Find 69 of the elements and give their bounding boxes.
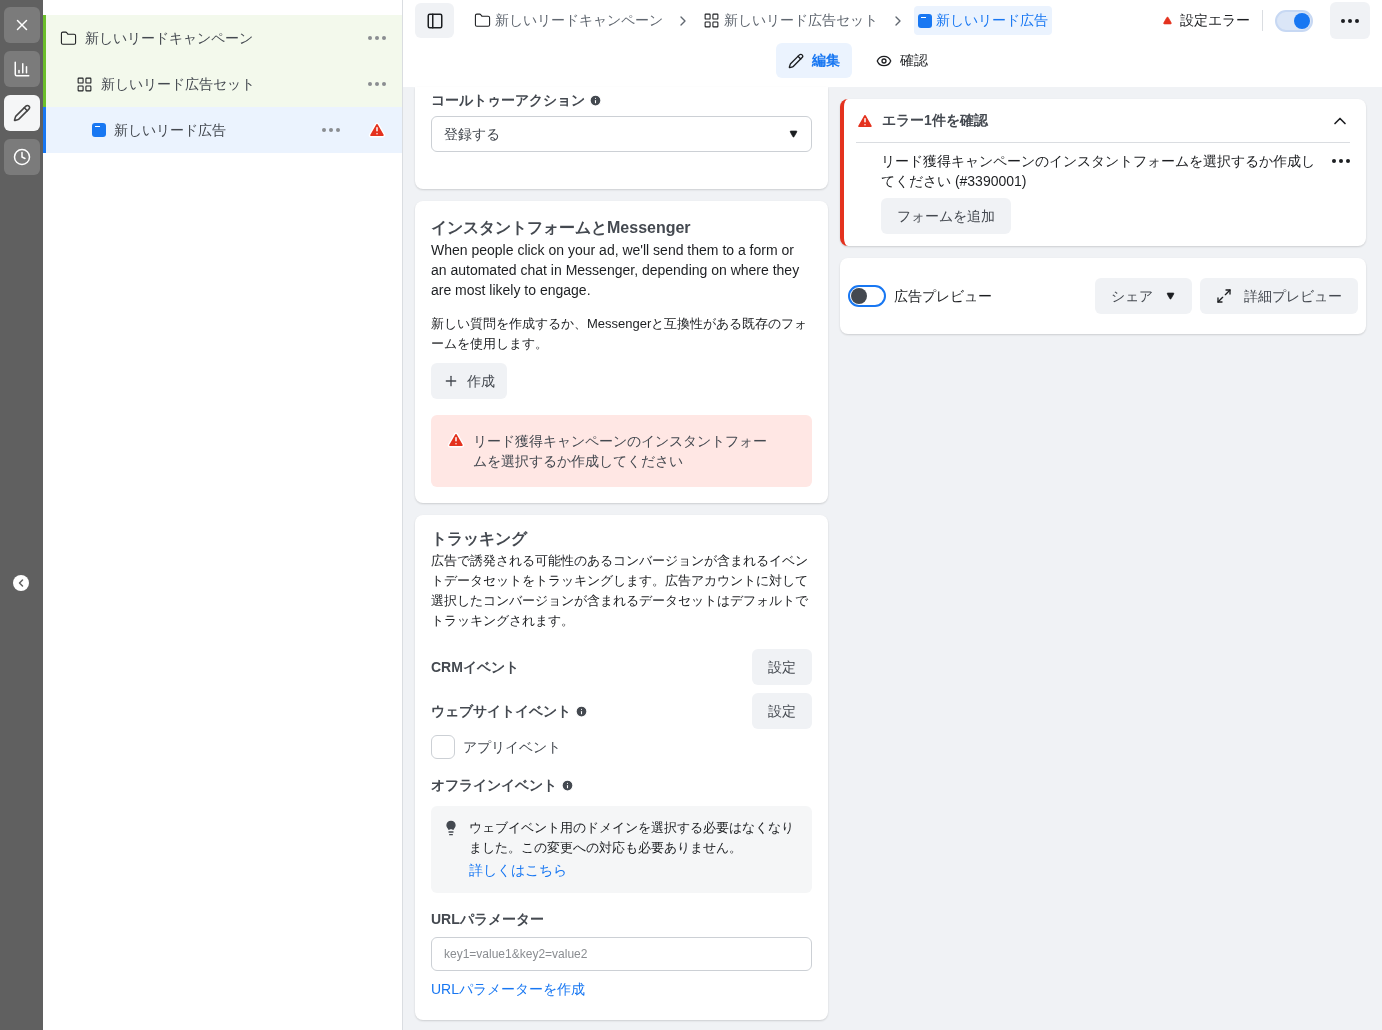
learn-more-link[interactable]: 詳しくはこちら: [469, 860, 800, 881]
warning-icon: [447, 431, 465, 449]
settings-button[interactable]: 設定: [752, 649, 812, 685]
bar-chart-icon: [12, 60, 31, 78]
ad-icon: [918, 13, 932, 28]
rail-button[interactable]: [3, 139, 40, 175]
info-icon: [589, 94, 602, 107]
error-message: リード獲得キャンペーンのインスタントフォームを選択するか作成してください (#3390001): [881, 152, 1316, 191]
tree-item[interactable]: 新しいリード広告セット: [43, 61, 402, 107]
description-text: 広告で誘発される可能性のあるコンバージョンが含まれるイベントデータセットをトラッキングします。広告アカウントに対して選択したコンバージョンが含まれるデータセットはデフォルトでトラッキングされます。: [431, 552, 809, 630]
rail-button[interactable]: [3, 51, 40, 87]
error-text: リード獲得キャンペーンのインスタントフォームを選択するか作成してください: [473, 432, 768, 471]
create-button[interactable]: 作成: [431, 363, 507, 399]
preview-label: 広告プレビュー: [894, 286, 993, 306]
description-text: When people click on your ad, we'll send them to a form or an automated chat in Messenger, depending on where they are most likely to engage.: [431, 241, 801, 300]
tree-item-label: 新しいリードキャンペーン: [85, 28, 254, 48]
pencil-icon: [12, 104, 31, 122]
more-button[interactable]: [1330, 2, 1370, 39]
breadcrumb-link[interactable]: 新しいリード広告: [914, 6, 1052, 35]
grid-icon: [76, 75, 93, 93]
info-icon: [575, 704, 588, 718]
note-text: 新しい質問を作成するか、Messengerと互換性がある既存のフォームを使用します。: [431, 315, 809, 353]
section-title: トラッキング: [431, 529, 529, 549]
checkbox-label: アプリイベント: [463, 737, 561, 757]
panel-toggle-button[interactable]: [415, 3, 454, 38]
checkbox[interactable]: [431, 735, 455, 759]
create-url-link[interactable]: URLパラメーターを作成: [431, 979, 812, 1000]
field-label: URLパラメーター: [431, 910, 545, 929]
breadcrumb-link[interactable]: 新しいリード広告セット: [699, 6, 882, 35]
clock-icon: [12, 148, 31, 166]
lightbulb-icon: [443, 820, 459, 836]
status-text: 設定エラー: [1180, 10, 1263, 31]
tree-item-label: 新しいリード広告セット: [101, 74, 256, 94]
grid-icon: [703, 12, 720, 29]
warning-icon: [1163, 16, 1172, 25]
toggle-switch[interactable]: [848, 285, 886, 307]
share-button[interactable]: シェア: [1095, 278, 1192, 314]
tree-item[interactable]: 新しいリード広告: [43, 107, 402, 153]
tree-item-label: 新しいリード広告: [114, 120, 227, 140]
expand-icon: [1216, 288, 1232, 304]
field-label: コールトゥーアクション: [431, 91, 585, 110]
rail-button[interactable]: [3, 95, 40, 131]
more-icon[interactable]: [1332, 159, 1350, 163]
caret-icon: [788, 130, 799, 138]
tab[interactable]: 確認: [863, 43, 940, 78]
plus-icon: [443, 373, 459, 389]
ad-icon: [92, 123, 106, 137]
more-icon: [1341, 18, 1359, 23]
tree-item[interactable]: 新しいリードキャンペーン: [43, 15, 402, 61]
section-title: インスタントフォームとMessenger: [431, 218, 692, 238]
full-preview-button[interactable]: 詳細プレビュー: [1200, 278, 1358, 314]
pencil-icon: [787, 52, 804, 69]
url-parameter-field[interactable]: key1=value1&key2=value2: [431, 937, 812, 971]
tip-text: ウェブイベント用のドメインを選択する必要はなくなりました。この変更への対応も必要ありません。: [469, 819, 795, 857]
error-title: エラー1件を確認: [882, 111, 989, 130]
breadcrumb-link[interactable]: 新しいリードキャンペーン: [470, 6, 667, 35]
add-form-button[interactable]: フォームを追加: [881, 198, 1011, 234]
cta-dropdown[interactable]: 登録する: [431, 116, 812, 152]
field-label: ウェブサイトイベント: [431, 701, 571, 721]
caret-icon: [1165, 292, 1176, 300]
collapse-button[interactable]: [13, 575, 29, 591]
field-label: CRMイベント: [431, 657, 519, 677]
folder-icon: [474, 12, 491, 29]
field-label: オフラインイベント: [431, 776, 557, 795]
info-icon: [561, 779, 574, 792]
tab[interactable]: 編集: [775, 43, 852, 78]
sidebar-icon: [425, 11, 444, 30]
folder-icon: [60, 29, 77, 47]
settings-button[interactable]: 設定: [752, 693, 812, 729]
